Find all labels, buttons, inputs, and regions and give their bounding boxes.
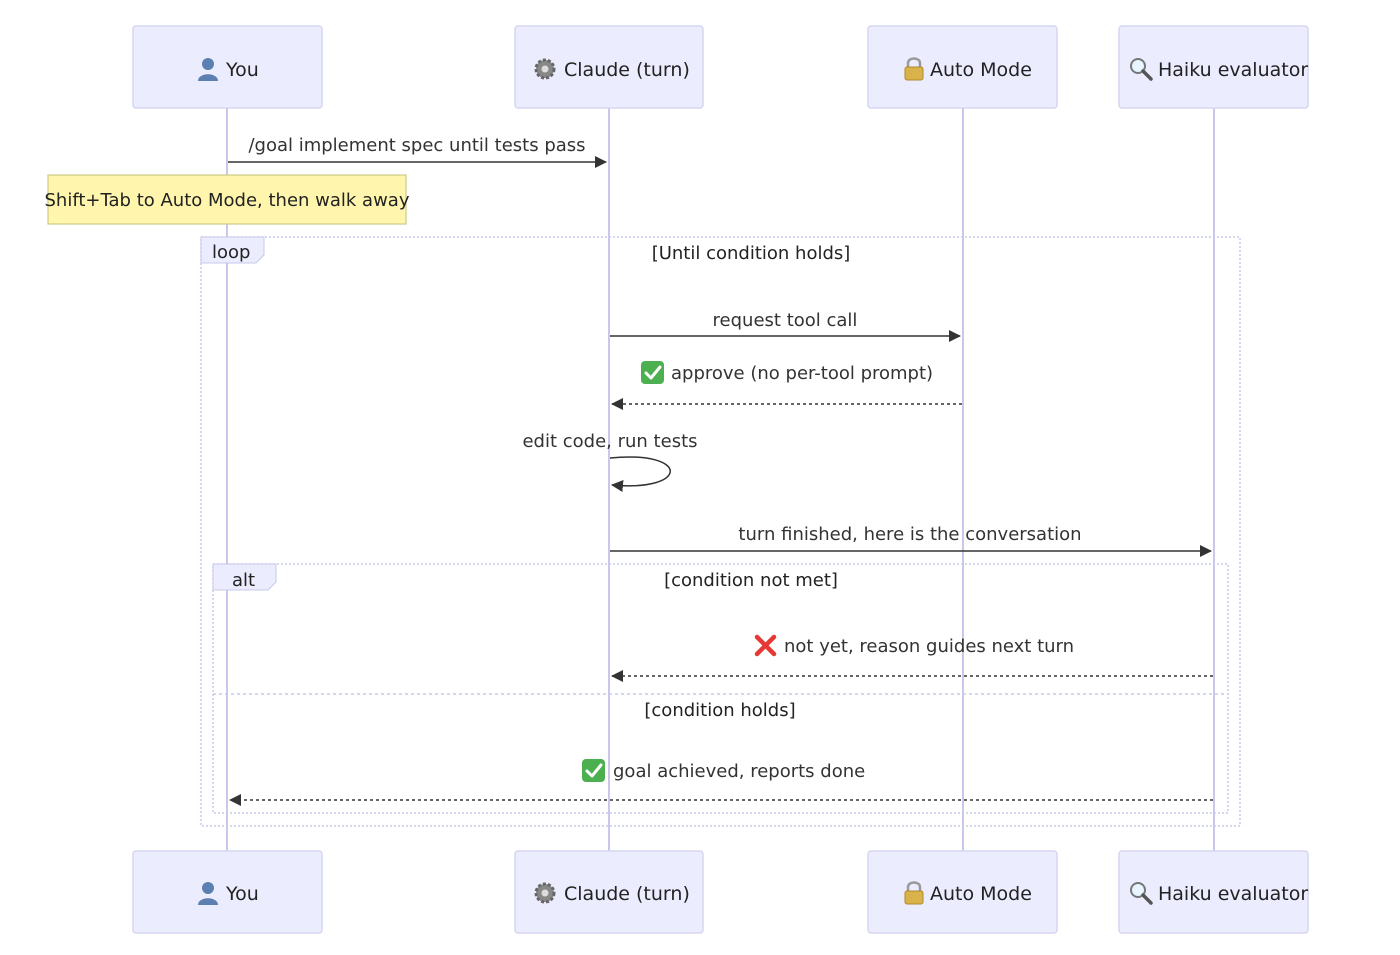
message-edit-label: edit code, run tests bbox=[522, 431, 697, 452]
gear-icon bbox=[534, 882, 556, 904]
loop-condition: [Until condition holds] bbox=[652, 243, 851, 264]
actor-label-you: You bbox=[225, 883, 259, 905]
message-achieved-label: goal achieved, reports done bbox=[613, 761, 865, 782]
sequence-diagram: loop [Until condition holds] alt [condit… bbox=[45, 25, 1309, 934]
actor-label-haiku: Haiku evaluator bbox=[1158, 883, 1308, 905]
gear-icon bbox=[534, 58, 556, 80]
message-request-tool-call: request tool call bbox=[610, 310, 961, 342]
alt-label: alt bbox=[232, 570, 255, 591]
message-approve: approve (no per-tool prompt) bbox=[611, 361, 962, 410]
check-icon bbox=[641, 361, 664, 384]
actor-claude-top: Claude (turn) bbox=[514, 25, 704, 109]
actor-haiku-bottom: Haiku evaluator bbox=[1118, 850, 1309, 934]
message-request-label: request tool call bbox=[713, 310, 858, 331]
actor-haiku-top: Haiku evaluator bbox=[1118, 25, 1309, 109]
actor-auto-mode-bottom: Auto Mode bbox=[867, 850, 1058, 934]
note-text: Shift+Tab to Auto Mode, then walk away bbox=[45, 190, 410, 211]
message-goal: /goal implement spec until tests pass bbox=[228, 135, 607, 168]
actor-label-auto-mode: Auto Mode bbox=[930, 59, 1032, 81]
message-turn-finished: turn finished, here is the conversation bbox=[610, 524, 1212, 557]
alt-condition-holds: [condition holds] bbox=[644, 700, 795, 721]
note: Shift+Tab to Auto Mode, then walk away bbox=[45, 174, 410, 225]
check-icon bbox=[582, 759, 605, 782]
actor-label-auto-mode: Auto Mode bbox=[930, 883, 1032, 905]
actor-label-haiku: Haiku evaluator bbox=[1158, 59, 1308, 81]
alt-condition-not-met: [condition not met] bbox=[664, 570, 838, 591]
message-approve-label: approve (no per-tool prompt) bbox=[671, 363, 933, 384]
actor-you-top: You bbox=[132, 25, 323, 109]
message-turn-finished-label: turn finished, here is the conversation bbox=[738, 524, 1081, 545]
actor-label-claude: Claude (turn) bbox=[564, 883, 690, 905]
message-goal-achieved: goal achieved, reports done bbox=[229, 759, 1213, 806]
actor-label-you: You bbox=[225, 59, 259, 81]
actor-label-claude: Claude (turn) bbox=[564, 59, 690, 81]
actor-auto-mode-top: Auto Mode bbox=[867, 25, 1058, 109]
actor-you-bottom: You bbox=[132, 850, 323, 934]
message-not-yet: not yet, reason guides next turn bbox=[611, 634, 1213, 682]
actor-claude-bottom: Claude (turn) bbox=[514, 850, 704, 934]
cross-icon bbox=[754, 634, 777, 657]
message-not-yet-label: not yet, reason guides next turn bbox=[784, 636, 1074, 657]
message-goal-label: /goal implement spec until tests pass bbox=[248, 135, 585, 156]
loop-label: loop bbox=[212, 242, 250, 263]
